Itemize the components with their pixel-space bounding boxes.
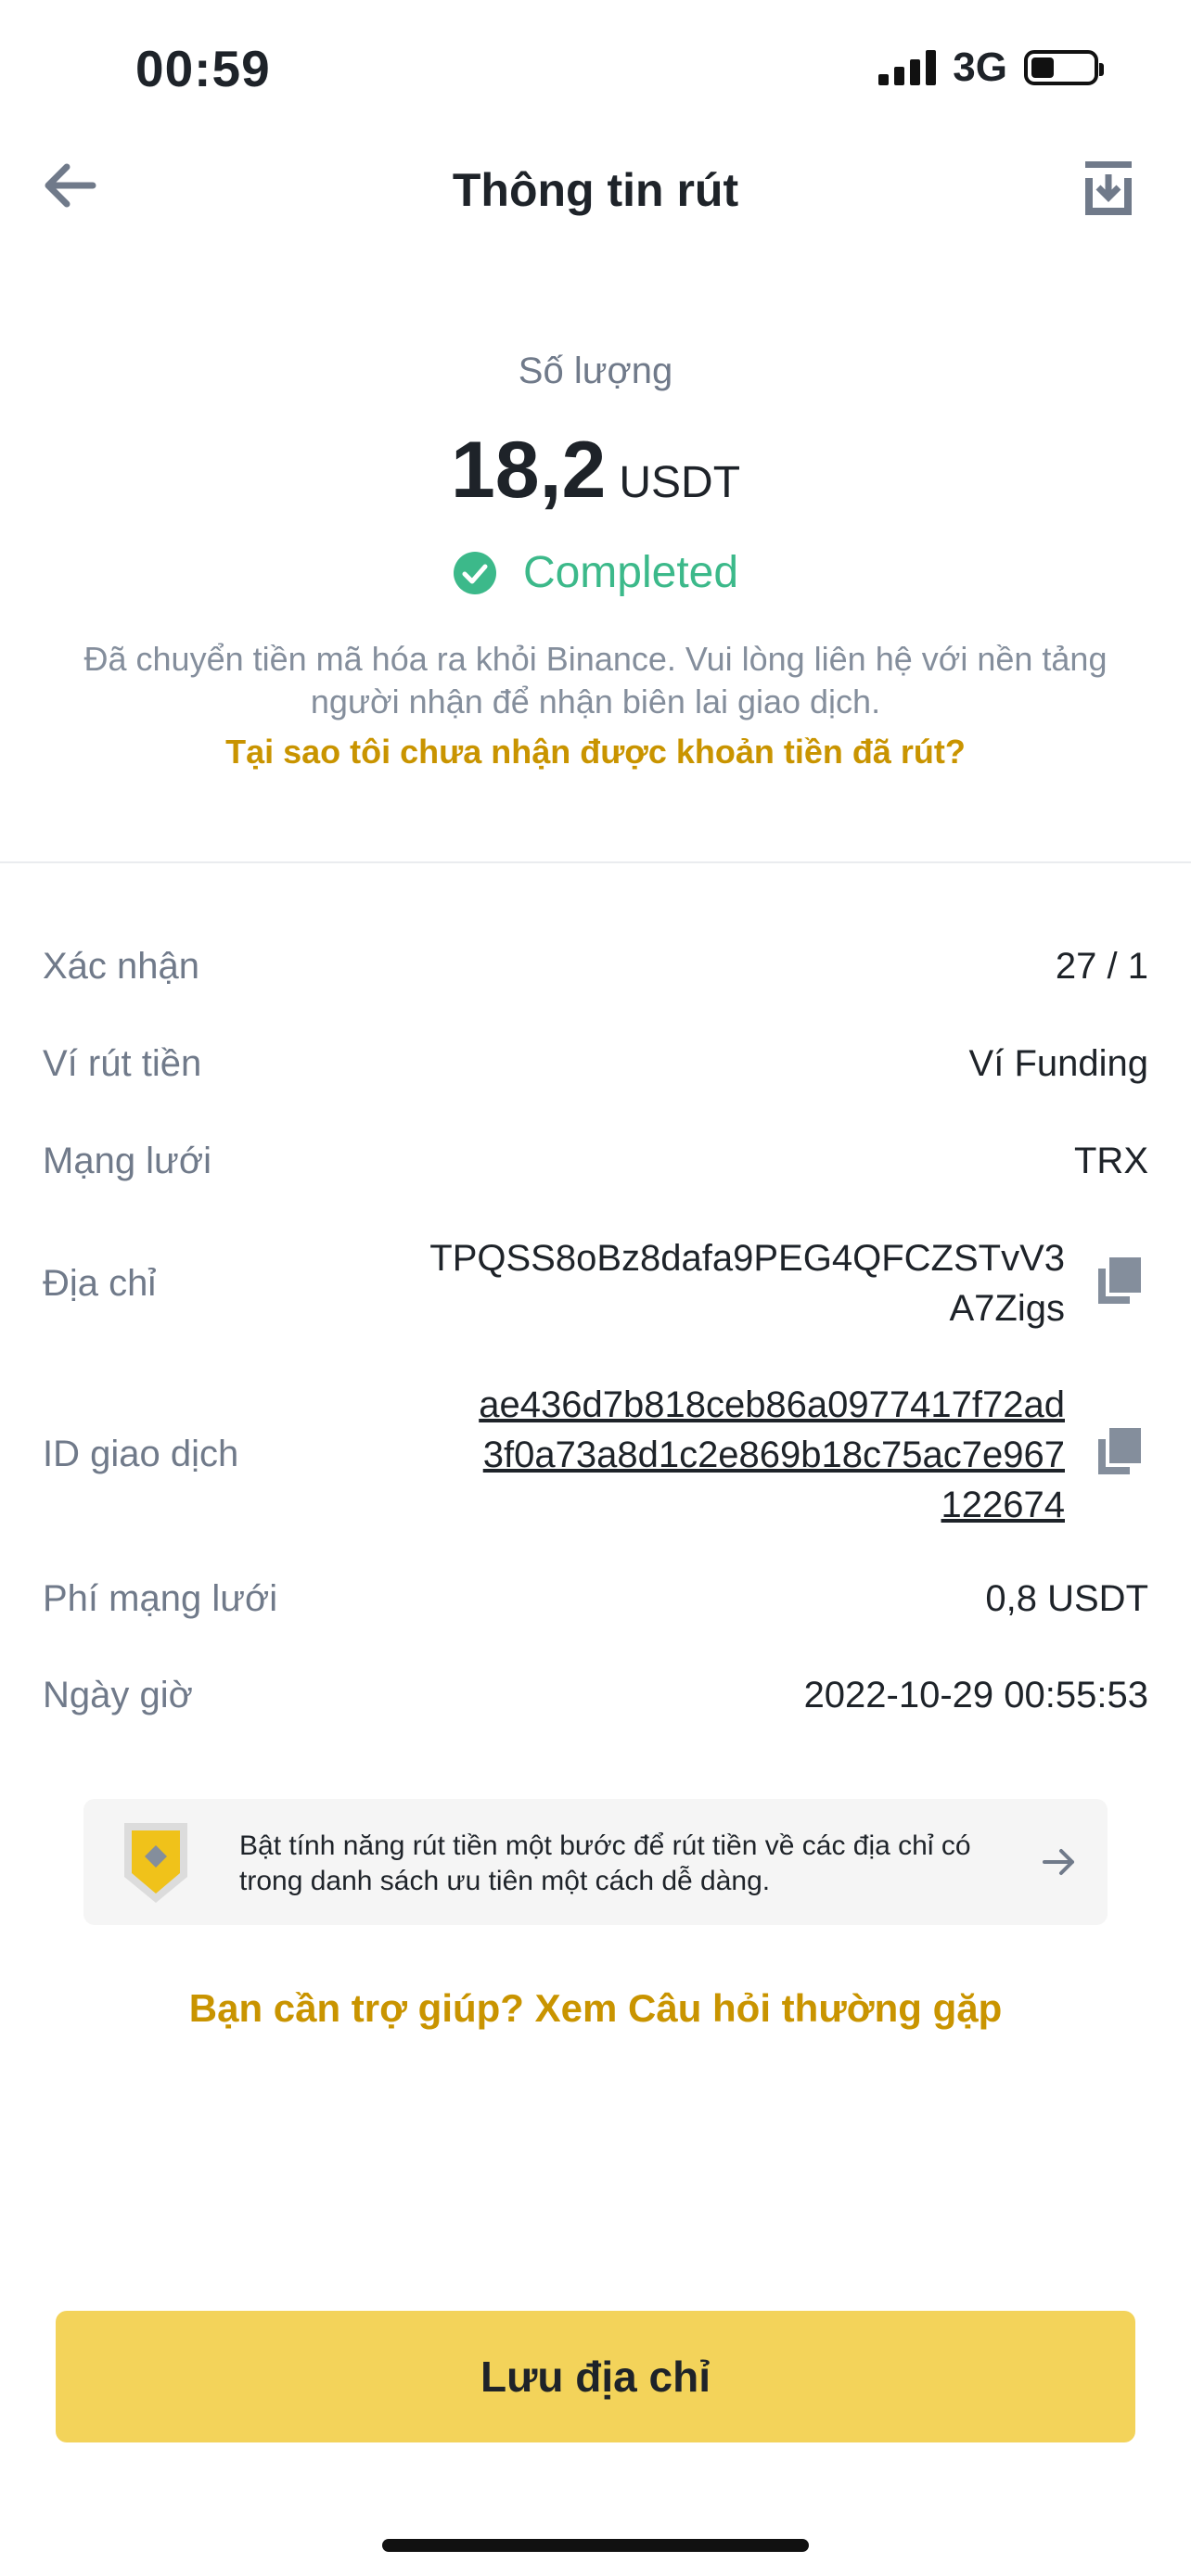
copy-icon — [1098, 1428, 1141, 1474]
info-text: Đã chuyển tiền mã hóa ra khỏi Binance. V… — [83, 640, 1108, 721]
home-indicator[interactable] — [382, 2539, 809, 2552]
one-step-withdrawal-banner[interactable]: Bật tính năng rút tiền một bước để rút t… — [83, 1799, 1108, 1925]
txid-line: 3f0a73a8d1c2e869b18c75ac7e967 — [482, 1435, 1065, 1475]
download-button[interactable] — [1082, 159, 1135, 217]
status-indicators: 3G — [878, 45, 1104, 91]
amount-value: 18,2 — [450, 426, 607, 515]
divider — [0, 861, 1191, 863]
copy-icon — [1098, 1257, 1141, 1304]
wallet-value: Ví Funding — [968, 1043, 1148, 1084]
shield-icon — [124, 1823, 187, 1903]
amount-display: 18,2 USDT — [0, 425, 1191, 516]
amount-label: Số lượng — [518, 351, 673, 391]
copy-address-button[interactable] — [1098, 1257, 1141, 1304]
why-not-received-link[interactable]: Tại sao tôi chưa nhận được khoản tiền đã… — [0, 733, 1191, 772]
arrow-right-icon — [1043, 1849, 1074, 1875]
datetime-label: Ngày giờ — [43, 1675, 193, 1715]
status-time: 00:59 — [135, 40, 271, 97]
download-icon — [1085, 161, 1132, 215]
txid-line: 122674 — [941, 1485, 1065, 1525]
confirm-value: 27 / 1 — [1055, 946, 1148, 987]
address-line: TPQSS8oBz8dafa9PEG4QFCZSTvV3 — [429, 1238, 1065, 1279]
fee-label: Phí mạng lưới — [43, 1578, 278, 1619]
datetime-value: 2022-10-29 00:55:53 — [803, 1675, 1148, 1715]
address-line: A7Zigs — [949, 1288, 1066, 1329]
network-label: Mạng lưới — [43, 1141, 211, 1181]
txid-link[interactable]: ae436d7b818ceb86a0977417f72ad 3f0a73a8d1… — [479, 1380, 1065, 1530]
wallet-label: Ví rút tiền — [43, 1043, 202, 1084]
check-circle-icon — [453, 551, 496, 594]
txid-line: ae436d7b818ceb86a0977417f72ad — [479, 1384, 1065, 1425]
amount-unit: USDT — [619, 458, 741, 507]
address-label: Địa chỉ — [43, 1263, 157, 1304]
address-value: TPQSS8oBz8dafa9PEG4QFCZSTvV3 A7Zigs — [429, 1233, 1065, 1333]
network-value: TRX — [1074, 1141, 1148, 1181]
banner-text: Bật tính năng rút tiền một bước để rút t… — [239, 1830, 971, 1896]
page-title: Thông tin rút — [452, 164, 739, 216]
save-address-button[interactable]: Lưu địa chỉ — [56, 2311, 1135, 2442]
txid-label: ID giao dịch — [43, 1434, 239, 1474]
network-type: 3G — [953, 45, 1007, 90]
signal-icon — [878, 50, 937, 85]
confirm-label: Xác nhận — [43, 946, 200, 987]
status-text: Completed — [522, 548, 739, 597]
status-row: Completed — [0, 547, 1191, 598]
help-faq-link[interactable]: Bạn cần trợ giúp? Xem Câu hỏi thường gặp — [0, 1986, 1191, 2031]
fee-value: 0,8 USDT — [985, 1578, 1148, 1619]
battery-icon — [1024, 50, 1104, 85]
copy-txid-button[interactable] — [1098, 1428, 1141, 1474]
